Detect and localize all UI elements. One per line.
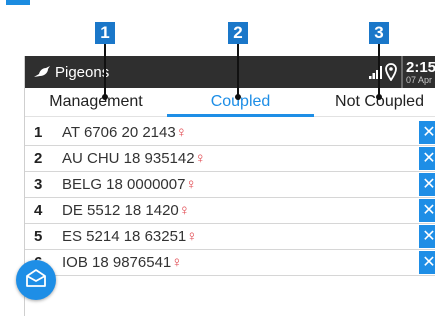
open-envelope-icon <box>25 268 47 293</box>
pigeon-ring-number: AT 6706 20 2143 <box>62 124 176 141</box>
uncouple-button[interactable]: ✕ <box>419 173 435 196</box>
uncouple-button[interactable]: ✕ <box>419 225 435 248</box>
row-number: 3 <box>34 176 43 193</box>
callout-1-leader <box>104 44 106 96</box>
app-frame: Pigeons 2:15: 07 Apr 20 Management Coupl… <box>24 56 435 316</box>
clock-date: 07 Apr 20 <box>406 75 435 85</box>
list-item[interactable]: 4 DE 5512 18 1420♀ ✕ <box>25 198 435 224</box>
pigeon-ring-number: AU CHU 18 935142 <box>62 150 195 167</box>
list-item[interactable]: 3 BELG 18 0000007♀ ✕ <box>25 172 435 198</box>
callout-2-dot <box>235 94 241 100</box>
row-pigeon-id: DE 5512 18 1420♀ <box>62 198 190 223</box>
female-icon: ♀ <box>185 176 197 193</box>
female-icon: ♀ <box>171 254 183 271</box>
location-icon <box>385 63 397 86</box>
callout-1: 1 <box>95 22 115 44</box>
row-number: 4 <box>34 202 43 219</box>
app-bar: Pigeons 2:15: 07 Apr 20 <box>25 56 435 88</box>
female-icon: ♀ <box>186 228 198 245</box>
fab-button[interactable] <box>16 260 56 300</box>
tab-management[interactable]: Management <box>25 88 167 116</box>
tab-coupled[interactable]: Coupled <box>167 88 314 116</box>
pigeon-ring-number: ES 5214 18 63251 <box>62 228 187 245</box>
list-item[interactable]: 6 IOB 18 9876541♀ ✕ <box>25 250 435 276</box>
callout-1-dot <box>102 94 108 100</box>
tab-bar: Management Coupled Not Coupled <box>25 88 435 117</box>
callout-2-leader <box>237 44 239 96</box>
row-number: 2 <box>34 150 43 167</box>
active-tab-indicator <box>167 114 314 117</box>
row-pigeon-id: AT 6706 20 2143♀ <box>62 120 187 145</box>
pigeon-ring-number: BELG 18 0000007 <box>62 176 186 193</box>
uncouple-button[interactable]: ✕ <box>419 121 435 144</box>
row-pigeon-id: AU CHU 18 935142♀ <box>62 146 206 171</box>
callout-2: 2 <box>228 22 248 44</box>
row-number: 1 <box>34 124 43 141</box>
list-item[interactable]: 1 AT 6706 20 2143♀ ✕ <box>25 120 435 146</box>
signal-icon <box>369 65 383 84</box>
uncouple-button[interactable]: ✕ <box>419 251 435 274</box>
tab-not-coupled[interactable]: Not Coupled <box>314 88 435 116</box>
list-item[interactable]: 2 AU CHU 18 935142♀ ✕ <box>25 146 435 172</box>
clock-time: 2:15: <box>406 59 435 76</box>
status-divider <box>401 56 403 88</box>
callout-3: 3 <box>369 22 389 44</box>
callout-3-leader <box>378 44 380 96</box>
top-accent-bar <box>6 0 30 5</box>
row-pigeon-id: ES 5214 18 63251♀ <box>62 224 198 249</box>
uncouple-button[interactable]: ✕ <box>419 147 435 170</box>
pigeon-ring-number: DE 5512 18 1420 <box>62 202 179 219</box>
female-icon: ♀ <box>178 202 191 219</box>
female-icon: ♀ <box>175 124 187 141</box>
uncouple-button[interactable]: ✕ <box>419 199 435 222</box>
pigeon-ring-number: IOB 18 9876541 <box>62 254 172 271</box>
pigeon-icon <box>33 64 51 80</box>
list-item[interactable]: 5 ES 5214 18 63251♀ ✕ <box>25 224 435 250</box>
female-icon: ♀ <box>194 150 206 167</box>
row-pigeon-id: IOB 18 9876541♀ <box>62 250 183 275</box>
row-number: 5 <box>34 228 43 245</box>
row-pigeon-id: BELG 18 0000007♀ <box>62 172 197 197</box>
callout-3-dot <box>376 94 382 100</box>
app-title: Pigeons <box>55 63 110 81</box>
